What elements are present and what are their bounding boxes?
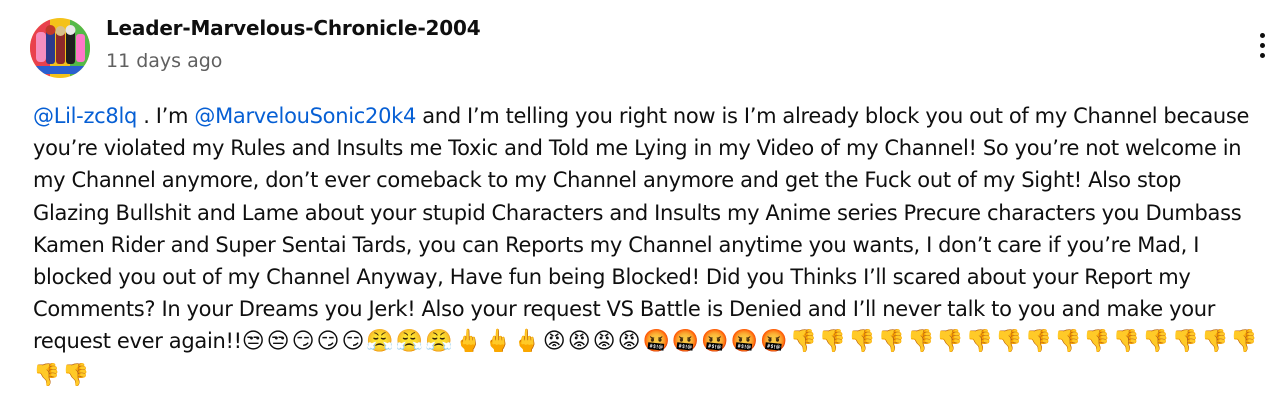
comment: Leader-Marvelous-Chronicle-2004 11 days …	[0, 0, 1280, 404]
comment-text-segment: and I’m telling you right now is I’m alr…	[33, 104, 1250, 354]
avatar-image	[30, 18, 90, 78]
more-vertical-icon[interactable]	[1256, 33, 1270, 63]
comment-author[interactable]: Leader-Marvelous-Chronicle-2004	[106, 16, 481, 40]
comment-text: @Lil-zc8lq . I’m @MarvelouSonic20k4 and …	[33, 100, 1261, 392]
mention-link[interactable]: @MarvelouSonic20k4	[194, 104, 416, 128]
menu-dot	[1260, 43, 1265, 48]
menu-dot	[1260, 53, 1265, 58]
menu-dot	[1260, 33, 1265, 38]
comment-text-segment: . I’m	[137, 104, 195, 128]
mention-link[interactable]: @Lil-zc8lq	[33, 104, 137, 128]
avatar[interactable]	[30, 18, 90, 78]
comment-timestamp[interactable]: 11 days ago	[106, 50, 222, 72]
